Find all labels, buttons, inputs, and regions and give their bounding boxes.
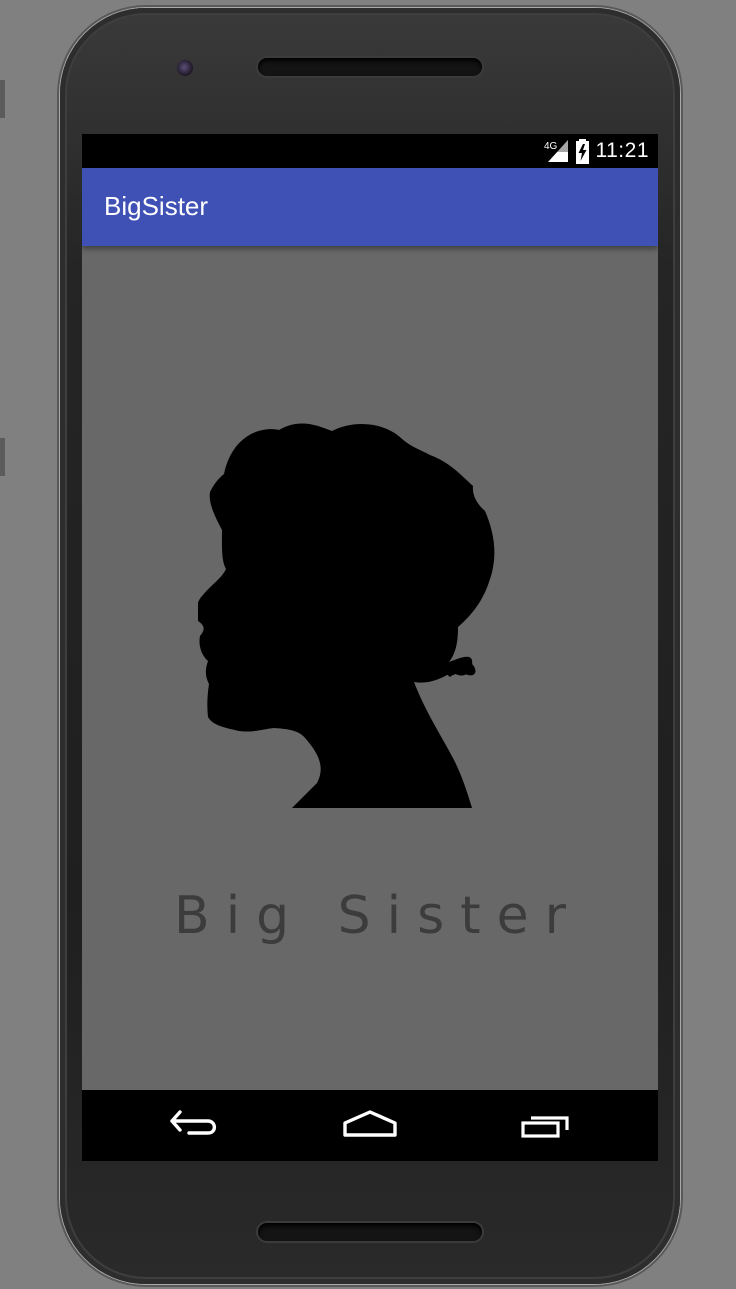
- home-button[interactable]: [335, 1105, 405, 1147]
- device-screen: 4G 11:21 BigSister Big Sister: [82, 134, 658, 1161]
- status-icons: 4G 11:21: [544, 134, 650, 168]
- front-camera: [177, 60, 193, 76]
- splash-brand-text: Big Sister: [174, 886, 582, 946]
- app-toolbar: BigSister: [82, 168, 658, 246]
- home-icon: [343, 1110, 397, 1137]
- status-time: 11:21: [595, 139, 649, 162]
- recent-apps-button[interactable]: [511, 1105, 581, 1147]
- woman-profile-silhouette: [198, 423, 495, 808]
- app-title: BigSister: [104, 191, 209, 221]
- recent-apps-icon: [521, 1116, 569, 1138]
- android-navigation-bar: [82, 1090, 658, 1161]
- window-edge: [0, 80, 5, 118]
- top-speaker: [258, 58, 482, 76]
- back-arrow-icon: [170, 1110, 217, 1135]
- emulator-window: 4G 11:21 BigSister Big Sister: [0, 0, 736, 1289]
- status-bar: 4G 11:21: [82, 134, 658, 168]
- network-type-label: 4G: [544, 141, 558, 152]
- cell-signal-icon: 4G: [544, 140, 568, 162]
- battery-charging-icon: [575, 138, 589, 164]
- window-edge: [0, 438, 5, 476]
- back-button[interactable]: [158, 1105, 228, 1147]
- bottom-speaker: [258, 1223, 482, 1241]
- splash-content: Big Sister: [82, 246, 658, 1090]
